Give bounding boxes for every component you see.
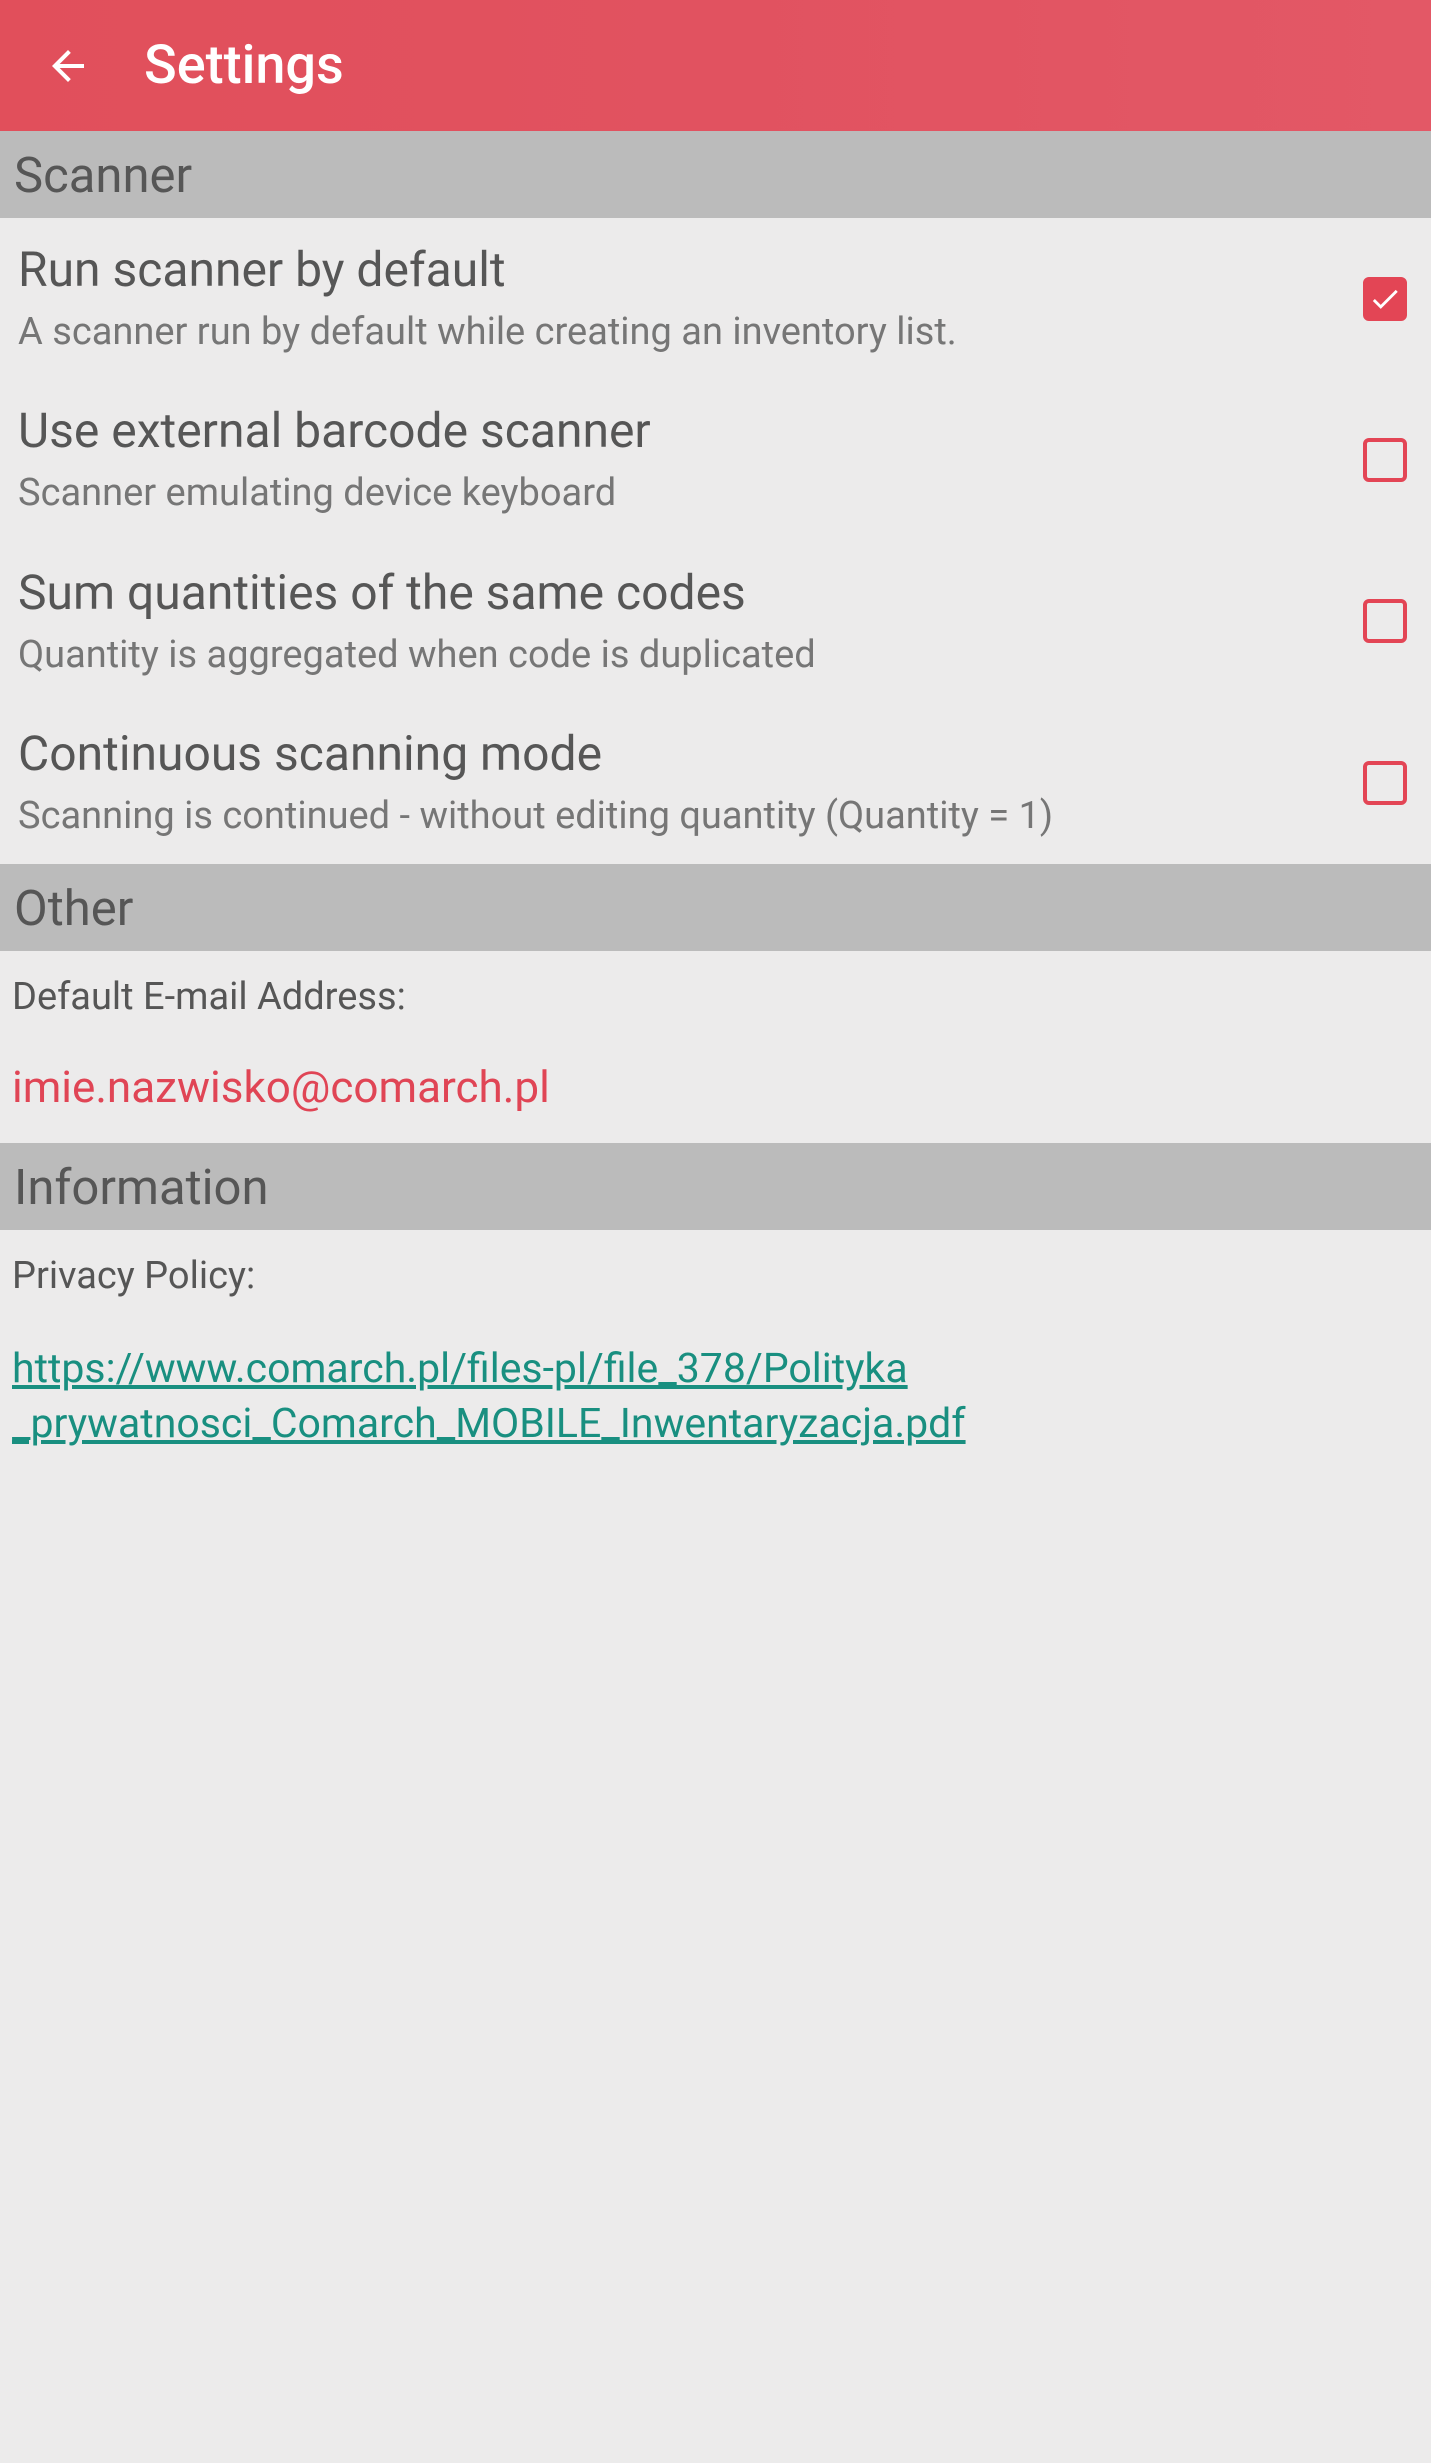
setting-external-barcode-scanner[interactable]: Use external barcode scanner Scanner emu… bbox=[0, 379, 1431, 540]
section-header-scanner: Scanner bbox=[0, 131, 1431, 218]
app-bar: Settings bbox=[0, 0, 1431, 131]
privacy-policy-label: Privacy Policy: bbox=[12, 1254, 1419, 1298]
setting-title: Run scanner by default bbox=[18, 240, 1343, 300]
page-title: Settings bbox=[144, 34, 344, 97]
setting-desc: A scanner run by default while creating … bbox=[18, 308, 1343, 357]
setting-continuous-scanning[interactable]: Continuous scanning mode Scanning is con… bbox=[0, 702, 1431, 863]
setting-text: Use external barcode scanner Scanner emu… bbox=[18, 401, 1363, 518]
setting-desc: Quantity is aggregated when code is dupl… bbox=[18, 631, 1343, 680]
default-email-label-row: Default E-mail Address: bbox=[0, 951, 1431, 1043]
setting-text: Sum quantities of the same codes Quantit… bbox=[18, 563, 1363, 680]
setting-sum-quantities[interactable]: Sum quantities of the same codes Quantit… bbox=[0, 541, 1431, 702]
checkbox-run-scanner-default[interactable] bbox=[1363, 277, 1407, 321]
arrow-back-icon bbox=[44, 42, 92, 90]
section-header-other: Other bbox=[0, 864, 1431, 951]
check-icon bbox=[1368, 282, 1402, 316]
back-button[interactable] bbox=[38, 36, 98, 96]
setting-text: Run scanner by default A scanner run by … bbox=[18, 240, 1363, 357]
setting-run-scanner-default[interactable]: Run scanner by default A scanner run by … bbox=[0, 218, 1431, 379]
checkbox-external-barcode-scanner[interactable] bbox=[1363, 438, 1407, 482]
checkbox-sum-quantities[interactable] bbox=[1363, 599, 1407, 643]
setting-title: Sum quantities of the same codes bbox=[18, 563, 1343, 623]
setting-title: Use external barcode scanner bbox=[18, 401, 1343, 461]
default-email-label: Default E-mail Address: bbox=[12, 975, 1419, 1019]
section-header-information: Information bbox=[0, 1143, 1431, 1230]
setting-title: Continuous scanning mode bbox=[18, 724, 1343, 784]
setting-desc: Scanning is continued - without editing … bbox=[18, 792, 1343, 841]
setting-desc: Scanner emulating device keyboard bbox=[18, 469, 1343, 518]
privacy-policy-link[interactable]: https://www.comarch.pl/files-pl/file_378… bbox=[0, 1322, 1431, 1483]
setting-text: Continuous scanning mode Scanning is con… bbox=[18, 724, 1363, 841]
checkbox-continuous-scanning[interactable] bbox=[1363, 761, 1407, 805]
privacy-policy-label-row: Privacy Policy: bbox=[0, 1230, 1431, 1322]
default-email-value[interactable]: imie.nazwisko@comarch.pl bbox=[0, 1043, 1431, 1143]
